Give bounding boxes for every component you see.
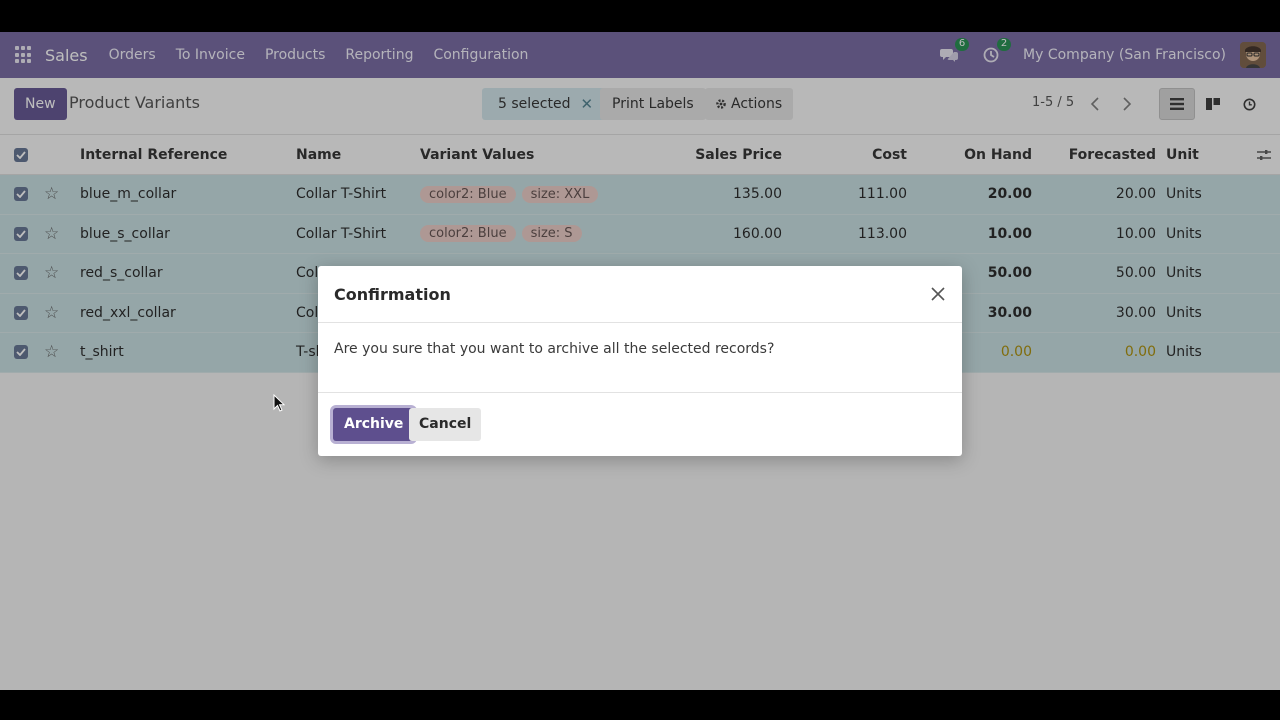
dialog-header: Confirmation (318, 266, 962, 323)
dialog-body: Are you sure that you want to archive al… (318, 323, 962, 393)
cancel-button[interactable]: Cancel (409, 408, 482, 441)
dialog-message: Are you sure that you want to archive al… (334, 341, 775, 357)
confirmation-dialog: Confirmation Are you sure that you want … (318, 266, 962, 456)
archive-button[interactable]: Archive (333, 408, 415, 441)
close-icon[interactable] (928, 284, 948, 304)
app-frame: Sales Orders To Invoice Products Reporti… (0, 32, 1280, 690)
mouse-cursor-icon (273, 393, 286, 416)
dialog-title: Confirmation (334, 285, 451, 304)
dialog-footer: Archive Cancel (318, 393, 962, 456)
